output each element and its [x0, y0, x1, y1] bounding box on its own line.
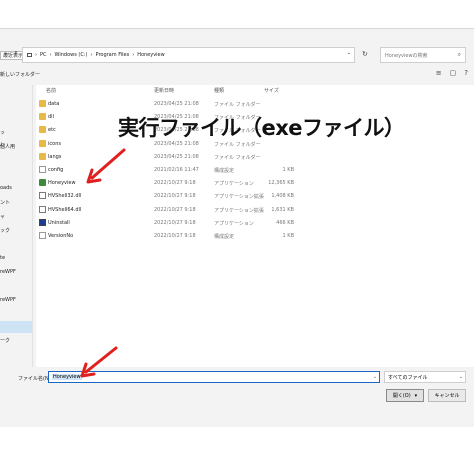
red-arrow-to-filename [80, 346, 118, 378]
